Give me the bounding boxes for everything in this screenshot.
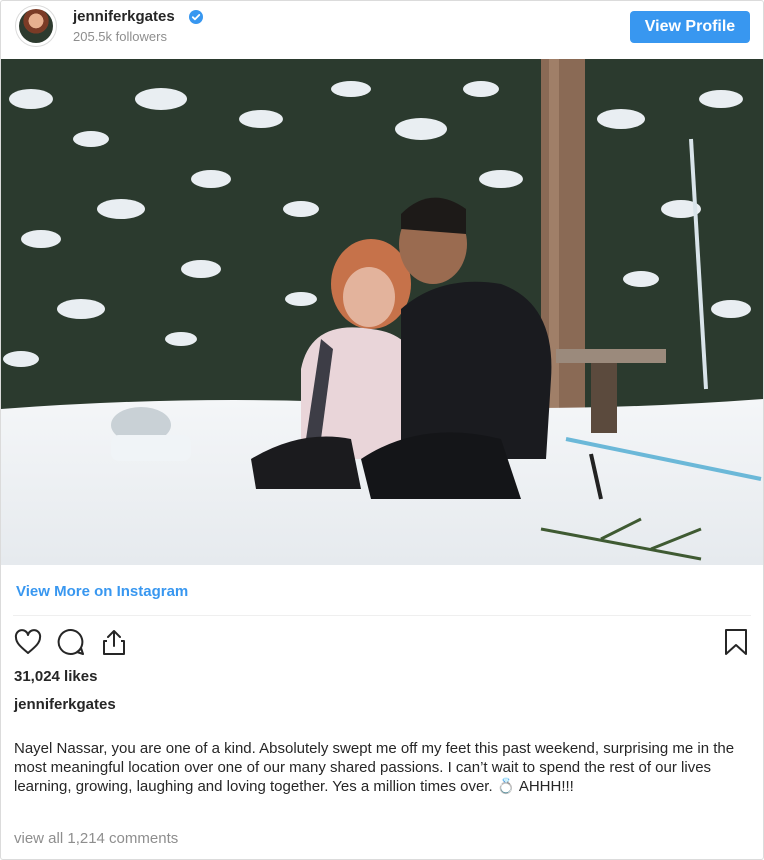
post-header: jenniferkgates 205.5k followers View Pro… [1,1,763,59]
post-photo[interactable] [1,59,763,565]
comment-icon[interactable] [56,627,86,657]
avatar[interactable] [15,5,57,47]
heart-icon[interactable] [13,627,43,657]
view-profile-button[interactable]: View Profile [630,11,750,43]
verified-badge-icon [189,10,203,24]
divider [13,615,751,616]
view-comments-link[interactable]: view all 1,214 comments [14,830,178,847]
view-more-link[interactable]: View More on Instagram [16,583,188,600]
instagram-embed-card: jenniferkgates 205.5k followers View Pro… [0,0,764,860]
caption-username[interactable]: jenniferkgates [14,696,116,713]
share-icon[interactable] [99,627,129,657]
username[interactable]: jenniferkgates [73,8,175,25]
bookmark-icon[interactable] [721,627,751,657]
like-count[interactable]: 31,024 likes [14,668,97,685]
follower-count: 205.5k followers [73,29,167,44]
caption-text: Nayel Nassar, you are one of a kind. Abs… [14,740,735,795]
